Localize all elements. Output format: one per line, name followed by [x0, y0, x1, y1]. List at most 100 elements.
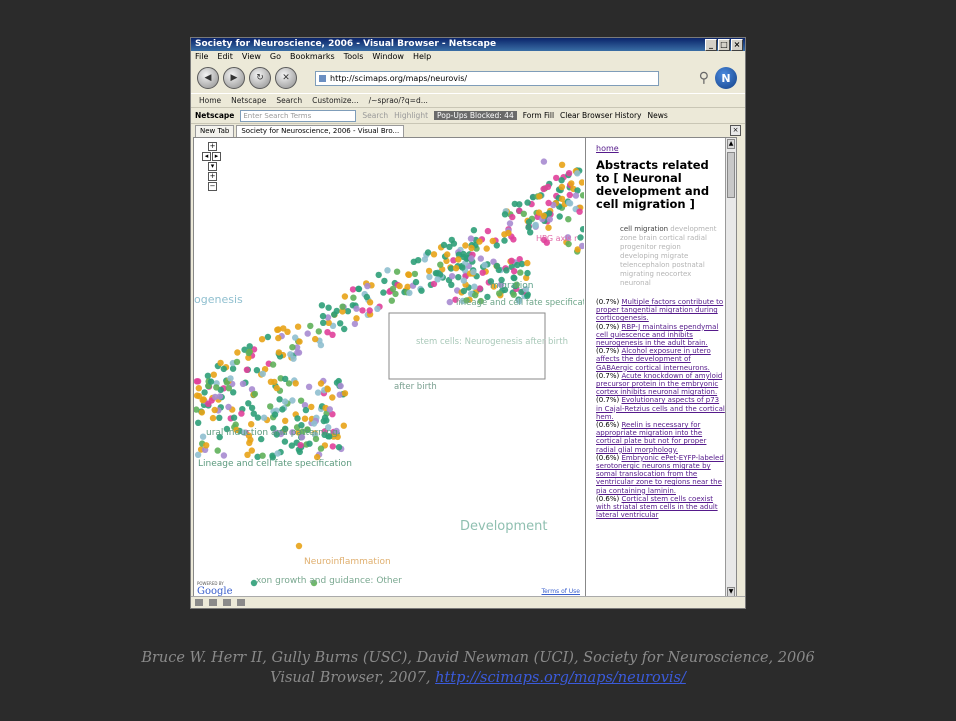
- map-node-dot[interactable]: [195, 385, 202, 392]
- scroll-thumb[interactable]: [727, 152, 735, 198]
- map-node-dot[interactable]: [510, 291, 517, 298]
- map-node-dot[interactable]: [216, 414, 223, 421]
- map-node-dot[interactable]: [258, 336, 266, 343]
- map-node-dot[interactable]: [321, 414, 329, 421]
- pan-right-icon[interactable]: ▸: [212, 152, 221, 161]
- status-icon-4[interactable]: [237, 599, 245, 606]
- news-button[interactable]: News: [648, 111, 668, 120]
- map-label-lineage-spec[interactable]: lineage and cell fate specification: [456, 298, 584, 308]
- pan-down-icon[interactable]: ▾: [208, 162, 217, 171]
- map-node-dot[interactable]: [290, 355, 297, 362]
- map-node-dot[interactable]: [260, 414, 268, 421]
- netscape-label[interactable]: Netscape: [195, 111, 234, 120]
- map-node-dot[interactable]: [259, 452, 266, 459]
- map-node-dot[interactable]: [489, 237, 496, 245]
- home-link[interactable]: home: [596, 144, 725, 153]
- map-node-dot[interactable]: [301, 415, 309, 422]
- map-node-dot[interactable]: [366, 299, 374, 306]
- map-node-dot[interactable]: [479, 269, 486, 276]
- map-node-dot[interactable]: [396, 282, 403, 290]
- map-node-dot[interactable]: [229, 365, 237, 372]
- map-node-dot[interactable]: [565, 216, 572, 223]
- form-fill-button[interactable]: Form Fill: [523, 111, 554, 120]
- map-node-dot[interactable]: [520, 210, 527, 217]
- map-node-dot[interactable]: [384, 267, 391, 274]
- map-node-dot[interactable]: [217, 359, 224, 367]
- map-node-dot[interactable]: [566, 191, 573, 199]
- map-node-dot[interactable]: [294, 323, 302, 330]
- map-label-lineage-spec-2[interactable]: Lineage and cell fate specification: [198, 459, 352, 469]
- map-node-dot[interactable]: [455, 256, 462, 263]
- reload-icon[interactable]: ↻: [249, 67, 271, 89]
- menu-view[interactable]: View: [242, 51, 261, 63]
- pan-left-icon[interactable]: ◂: [202, 152, 211, 161]
- map-node-dot[interactable]: [295, 349, 303, 356]
- caption-link[interactable]: http://scimaps.org/maps/neurovis/: [435, 670, 686, 686]
- map-node-dot[interactable]: [576, 208, 583, 215]
- highlight-button[interactable]: Highlight: [394, 111, 428, 120]
- map-node-dot[interactable]: [579, 226, 584, 233]
- map-node-dot[interactable]: [227, 375, 234, 382]
- map-label-neuroinflammation[interactable]: Neuroinflammation: [304, 557, 391, 567]
- forward-icon[interactable]: ▶: [223, 67, 245, 89]
- map-node-dot[interactable]: [468, 244, 475, 252]
- map-node-dot[interactable]: [511, 268, 518, 275]
- url-input[interactable]: http://scimaps.org/maps/neurovis/: [315, 70, 659, 86]
- map-node-dot[interactable]: [406, 289, 413, 297]
- map-node-dot[interactable]: [319, 312, 327, 320]
- map-node-dot[interactable]: [269, 361, 277, 368]
- map-node-dot[interactable]: [524, 269, 531, 277]
- map-node-dot[interactable]: [388, 297, 395, 304]
- map-node-dot[interactable]: [254, 414, 262, 421]
- map-label-after-birth[interactable]: after birth: [394, 382, 437, 392]
- stop-icon[interactable]: ✕: [275, 67, 297, 89]
- map-node-dot[interactable]: [446, 243, 453, 251]
- map-node-dot[interactable]: [295, 542, 303, 550]
- map-node-dot[interactable]: [315, 328, 322, 335]
- map-node-dot[interactable]: [375, 271, 382, 279]
- menu-edit[interactable]: Edit: [217, 51, 233, 63]
- map-node-dot[interactable]: [275, 334, 282, 342]
- term-cloud-strong[interactable]: cell migration: [620, 225, 668, 233]
- map-node-dot[interactable]: [349, 286, 357, 293]
- map-node-dot[interactable]: [393, 268, 401, 275]
- map-node-dot[interactable]: [501, 211, 509, 218]
- map-label-neural-induction[interactable]: ural induction and patterning: [206, 428, 338, 438]
- map-node-dot[interactable]: [317, 445, 325, 452]
- map-node-dot[interactable]: [326, 406, 333, 413]
- map-node-dot[interactable]: [470, 268, 477, 276]
- map-node-dot[interactable]: [353, 305, 360, 312]
- map-node-dot[interactable]: [452, 265, 460, 272]
- menu-file[interactable]: File: [195, 51, 208, 63]
- status-icon-3[interactable]: [223, 599, 231, 606]
- map-node-dot[interactable]: [540, 212, 547, 219]
- sidebar-scrollbar[interactable]: ▲ ▼: [725, 138, 736, 598]
- map-label-ogenesis[interactable]: ogenesis: [194, 293, 243, 306]
- map-node-dot[interactable]: [437, 261, 444, 268]
- tab-close-icon[interactable]: ×: [730, 125, 741, 136]
- map-node-dot[interactable]: [264, 333, 272, 341]
- map-node-dot[interactable]: [213, 384, 220, 391]
- map-node-dot[interactable]: [281, 398, 289, 405]
- map-node-dot[interactable]: [540, 158, 548, 165]
- map-node-dot[interactable]: [514, 261, 521, 269]
- map-node-dot[interactable]: [312, 335, 319, 343]
- map-node-dot[interactable]: [280, 325, 287, 332]
- map-node-dot[interactable]: [325, 304, 332, 311]
- map-node-dot[interactable]: [297, 442, 304, 449]
- map-node-dot[interactable]: [470, 227, 478, 234]
- map-node-dot[interactable]: [292, 380, 299, 387]
- map-node-dot[interactable]: [510, 274, 517, 281]
- map-node-dot[interactable]: [204, 372, 212, 379]
- map-node-dot[interactable]: [308, 403, 315, 411]
- map-node-dot[interactable]: [310, 420, 318, 427]
- map-node-dot[interactable]: [289, 344, 296, 351]
- map-node-dot[interactable]: [341, 293, 349, 300]
- map-node-dot[interactable]: [412, 278, 420, 286]
- map-label-hpg[interactable]: HPG axis r: [536, 234, 577, 243]
- close-icon[interactable]: ×: [731, 39, 743, 51]
- menu-tools[interactable]: Tools: [344, 51, 364, 63]
- minimize-icon[interactable]: _: [705, 39, 717, 51]
- map-node-dot[interactable]: [245, 349, 252, 357]
- map-node-dot[interactable]: [405, 271, 413, 278]
